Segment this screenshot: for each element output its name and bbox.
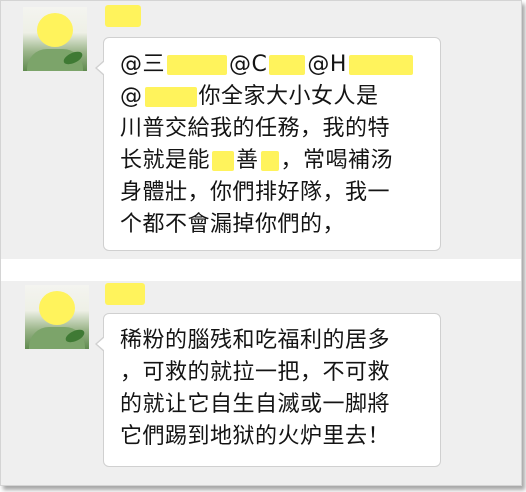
message-divider <box>1 259 521 281</box>
chat-screenshot: @三 @C @H @ 你全家大小女人是 川普交給我的任務，我的特 长就是能善，常喝補汤… <box>0 0 522 486</box>
message-line: ，可救的就拉一把，不可救 <box>120 360 391 385</box>
sender-name-redaction <box>105 283 145 305</box>
message-line: 它們踢到地狱的火炉里去！ <box>120 424 391 449</box>
chat-message-2: 稀粉的腦残和吃福利的居多 ，可救的就拉一把，不可救 的就让它自生自滅或一脚將 它… <box>1 281 521 485</box>
message-line: 川普交給我的任務，我的特 <box>120 116 391 141</box>
sender-avatar[interactable] <box>23 7 87 71</box>
mention-redaction <box>167 55 228 75</box>
sender-avatar[interactable] <box>25 285 89 349</box>
message-bubble[interactable]: 稀粉的腦残和吃福利的居多 ，可救的就拉一把，不可救 的就让它自生自滅或一脚將 它… <box>95 313 441 467</box>
avatar-redaction <box>39 291 75 325</box>
text-redaction <box>260 151 279 171</box>
message-line: @三 @C @H <box>120 50 415 80</box>
mention-redaction <box>348 55 413 75</box>
message-line: 稀粉的腦残和吃福利的居多 <box>120 328 391 353</box>
message-line: @ 你全家大小女人是 <box>120 84 379 109</box>
message-line: 个都不會漏掉你們的， <box>120 212 346 237</box>
message-line: 身體壯，你們排好隊，我一 <box>120 180 391 205</box>
message-bubble[interactable]: @三 @C @H @ 你全家大小女人是 川普交給我的任務，我的特 长就是能善，常喝補汤… <box>95 37 441 251</box>
message-line: 的就让它自生自滅或一脚將 <box>120 392 391 417</box>
sender-name-redaction <box>105 5 141 27</box>
avatar-redaction <box>37 13 73 47</box>
chat-message-1: @三 @C @H @ 你全家大小女人是 川普交給我的任務，我的特 长就是能善，常喝補汤… <box>1 1 521 259</box>
message-line: 长就是能善，常喝補汤 <box>120 148 394 173</box>
text-redaction <box>212 151 235 171</box>
mention-redaction <box>144 87 197 107</box>
mention-redaction <box>269 55 306 75</box>
